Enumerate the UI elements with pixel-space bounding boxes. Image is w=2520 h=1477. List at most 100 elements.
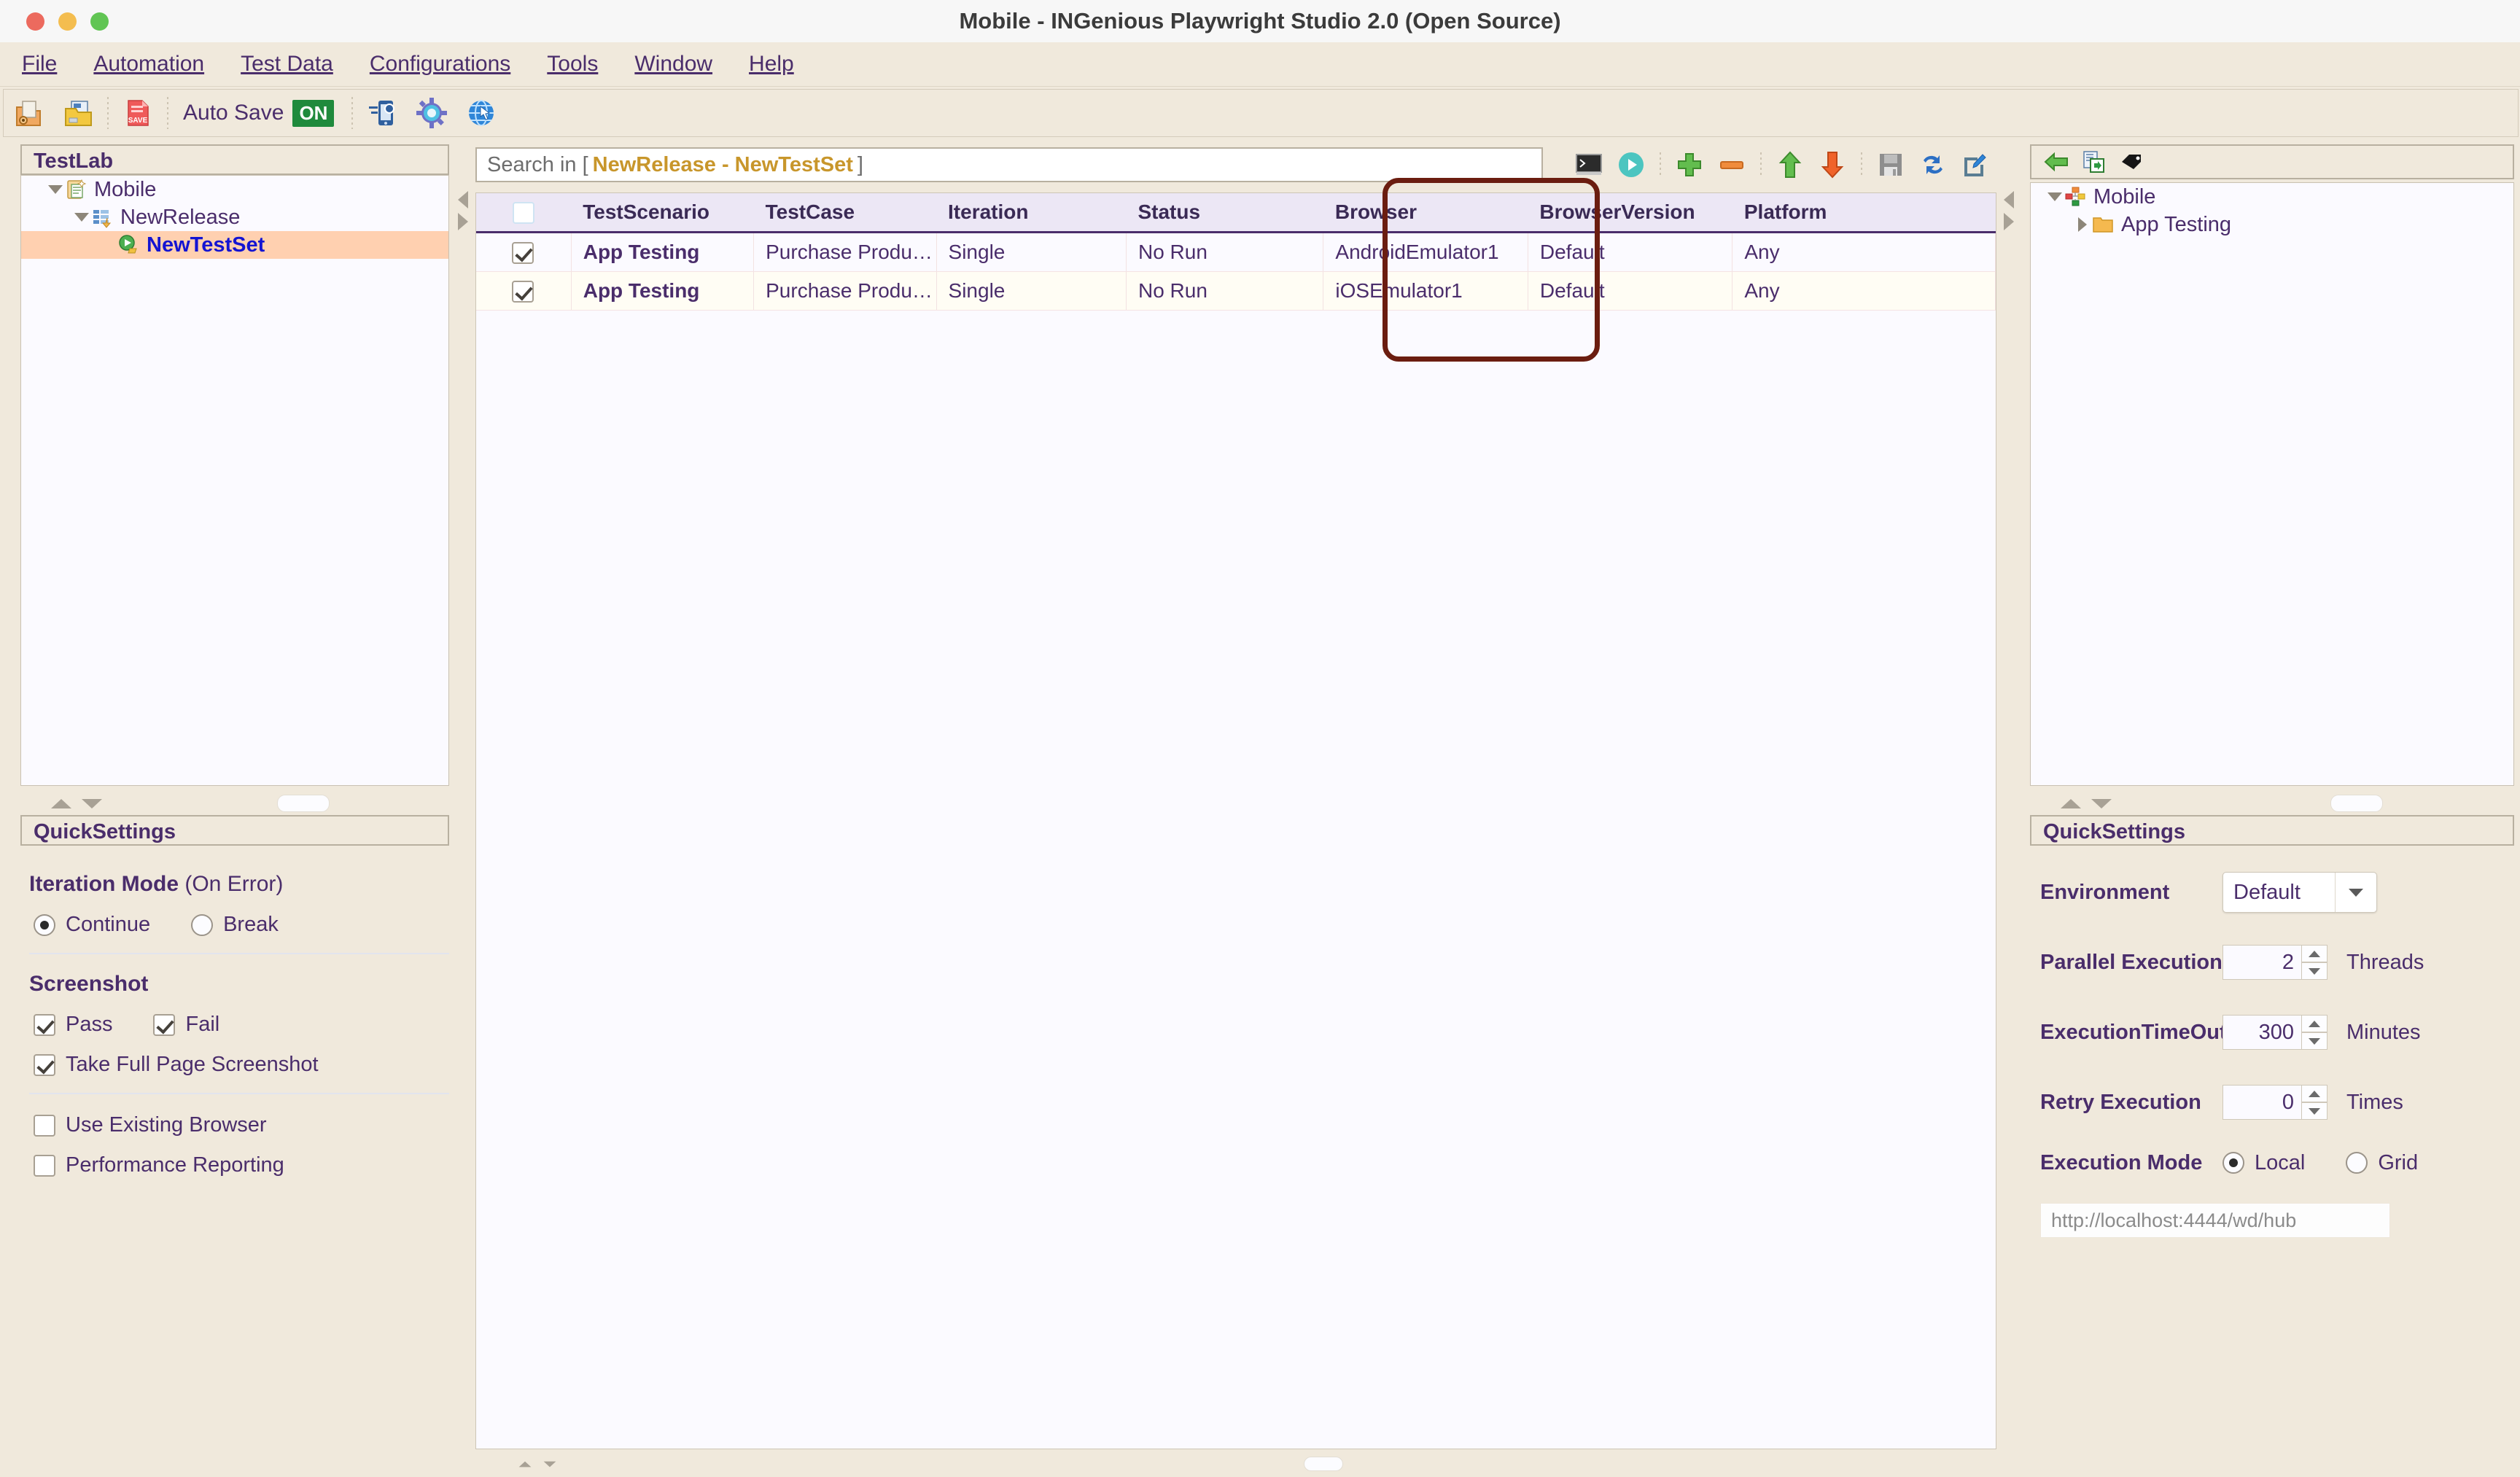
console-icon[interactable] (1574, 150, 1603, 179)
run-icon[interactable] (1617, 150, 1646, 179)
panel-resize-handle[interactable] (277, 795, 330, 812)
scroll-up-icon[interactable] (51, 798, 71, 808)
parallel-execution-stepper[interactable]: 2 (2222, 945, 2328, 980)
repository-tree[interactable]: Mobile App Testing (2030, 182, 2514, 786)
checkbox-pass[interactable] (34, 1013, 55, 1036)
menu-item-file[interactable]: File (7, 47, 71, 81)
scroll-down-icon[interactable] (543, 1461, 556, 1467)
col-testscenario[interactable]: TestScenario (571, 193, 754, 233)
menu-item-help[interactable]: Help (734, 47, 809, 81)
radio-grid[interactable] (2346, 1152, 2368, 1174)
grid-url-input[interactable]: http://localhost:4444/wd/hub (2040, 1203, 2390, 1238)
chevron-down-icon[interactable] (72, 213, 91, 222)
cell-testcase[interactable]: Purchase Product_Android (753, 232, 937, 272)
mobile-settings-icon[interactable] (365, 96, 400, 130)
cell-testscenario[interactable]: App Testing (571, 232, 755, 272)
test-case-table[interactable]: TestScenario TestCase Iteration Status B… (475, 192, 1996, 1449)
chevron-down-icon[interactable] (2045, 192, 2064, 201)
radio-local[interactable] (2222, 1152, 2244, 1174)
cell-testcase[interactable]: Purchase Product_iOS (753, 271, 937, 311)
cell-browserversion[interactable]: Default (1528, 271, 1733, 311)
table-row[interactable]: App Testing Purchase Product_iOS Single … (476, 271, 1996, 311)
save-file-icon[interactable]: SAVE (120, 96, 155, 130)
execution-timeout-stepper[interactable]: 300 (2222, 1015, 2328, 1050)
scroll-down-icon[interactable] (2091, 798, 2112, 808)
stepper-down-icon[interactable] (2301, 1102, 2328, 1120)
copy-to-icon[interactable] (2081, 149, 2107, 175)
cell-browserversion[interactable]: Default (1528, 232, 1733, 272)
menu-item-window[interactable]: Window (620, 47, 727, 81)
col-testcase[interactable]: TestCase (753, 193, 937, 233)
retry-execution-value[interactable]: 0 (2222, 1085, 2301, 1120)
tree-item-app-testing[interactable]: App Testing (2031, 211, 2513, 238)
cell-iteration[interactable]: Single (936, 232, 1127, 272)
right-splitter[interactable] (2004, 191, 2014, 230)
tree-item-newtestset[interactable]: NewTestSet (21, 231, 448, 259)
row-checkbox[interactable] (512, 281, 534, 303)
stepper-down-icon[interactable] (2301, 1032, 2328, 1050)
save-project-folder-icon[interactable] (61, 96, 96, 130)
search-input[interactable]: Search in [ NewRelease - NewTestSet ] (475, 147, 1543, 182)
col-browser[interactable]: Browser (1323, 193, 1528, 233)
cell-browser[interactable]: AndroidEmulator1 (1323, 232, 1528, 272)
chevron-down-icon[interactable] (2335, 873, 2376, 912)
row-select-cell[interactable] (476, 271, 572, 311)
back-arrow-icon[interactable] (2043, 149, 2069, 175)
cell-testscenario[interactable]: App Testing (571, 271, 755, 311)
chevron-right-icon[interactable] (2073, 217, 2092, 232)
stepper-up-icon[interactable] (2301, 1085, 2328, 1102)
stepper-down-icon[interactable] (2301, 962, 2328, 980)
menu-item-tools[interactable]: Tools (532, 47, 612, 81)
add-icon[interactable] (1675, 150, 1704, 179)
col-browserversion[interactable]: BrowserVersion (1528, 193, 1732, 233)
checkbox-take-full-page-screenshot[interactable] (34, 1053, 55, 1076)
row-select-cell[interactable] (476, 232, 572, 272)
save-icon[interactable] (1876, 150, 1905, 179)
environment-select[interactable]: Default (2222, 872, 2377, 913)
panel-resize-handle[interactable] (2330, 795, 2383, 812)
menu-item-automation[interactable]: Automation (79, 47, 219, 81)
col-platform[interactable]: Platform (1732, 193, 1996, 233)
scroll-up-icon[interactable] (2061, 798, 2081, 808)
collapse-left-icon[interactable] (458, 191, 468, 209)
remove-icon[interactable] (1717, 150, 1746, 179)
col-status[interactable]: Status (1126, 193, 1323, 233)
scroll-down-icon[interactable] (82, 798, 102, 808)
expand-right-icon[interactable] (458, 213, 468, 230)
expand-right-icon[interactable] (2004, 213, 2014, 230)
move-down-icon[interactable] (1818, 150, 1847, 179)
checkbox-use-existing-browser[interactable] (34, 1114, 55, 1137)
radio-break[interactable] (191, 913, 214, 936)
scroll-up-icon[interactable] (518, 1461, 532, 1467)
zoom-button[interactable] (90, 12, 109, 31)
menu-item-test-data[interactable]: Test Data (226, 47, 348, 81)
row-checkbox[interactable] (512, 242, 534, 265)
radio-continue[interactable] (34, 913, 55, 936)
chevron-down-icon[interactable] (46, 185, 65, 194)
retry-execution-stepper[interactable]: 0 (2222, 1085, 2328, 1120)
tree-item-newrelease[interactable]: NewRelease (21, 203, 448, 231)
cell-platform[interactable]: Any (1732, 232, 1996, 272)
gear-icon[interactable] (414, 96, 449, 130)
auto-save-toggle[interactable]: ON (292, 99, 335, 127)
cell-platform[interactable]: Any (1732, 271, 1996, 311)
checkbox-fail[interactable] (153, 1013, 176, 1036)
tag-icon[interactable] (2119, 149, 2145, 175)
window-controls[interactable] (26, 12, 109, 31)
left-splitter[interactable] (458, 191, 468, 230)
col-iteration[interactable]: Iteration (936, 193, 1127, 233)
open-project-icon[interactable] (11, 96, 46, 130)
cell-status[interactable]: No Run (1126, 271, 1324, 311)
parallel-execution-value[interactable]: 2 (2222, 945, 2301, 980)
edit-icon[interactable] (1961, 150, 1990, 179)
testlab-tree[interactable]: Mobile NewRelease NewTestSet (20, 175, 449, 786)
stepper-up-icon[interactable] (2301, 945, 2328, 962)
cell-browser[interactable]: iOSEmulator1 (1323, 271, 1528, 311)
table-row[interactable]: App Testing Purchase Product_Android Sin… (476, 232, 1996, 272)
menu-item-configurations[interactable]: Configurations (355, 47, 525, 81)
collapse-left-icon[interactable] (2004, 191, 2014, 209)
minimize-button[interactable] (58, 12, 77, 31)
close-button[interactable] (26, 12, 44, 31)
select-all-checkbox[interactable] (512, 202, 534, 225)
cell-status[interactable]: No Run (1126, 232, 1324, 272)
